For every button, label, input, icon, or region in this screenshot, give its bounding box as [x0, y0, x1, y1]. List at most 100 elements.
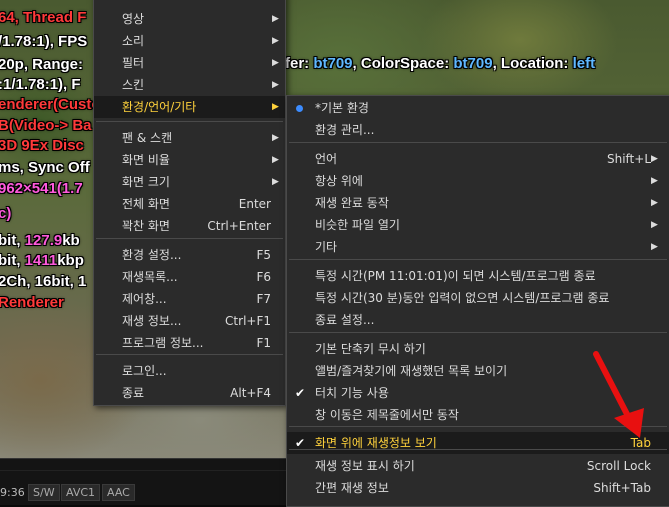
main-menu-item[interactable]: 소리 ▶ [94, 30, 285, 52]
sub-menu-item[interactable]: 언어 Shift+L ▶ [287, 148, 669, 170]
osd-text: bt709 [453, 55, 493, 72]
main-menu-item[interactable]: 꽉찬 화면 Ctrl+Enter [94, 215, 285, 237]
osd-text: c) [0, 205, 12, 222]
menu-item-shortcut: Ctrl+Enter [207, 219, 271, 233]
video-codec-badge[interactable]: AVC1 [61, 484, 101, 501]
menu-item-shortcut: F7 [256, 292, 271, 306]
main-menu-item[interactable]: 환경 설정... F5 [94, 244, 285, 266]
menu-item-shortcut: Ctrl+F1 [225, 314, 271, 328]
osd-text: :1/1.78:1), F [0, 76, 81, 93]
osd-text: left [572, 55, 596, 72]
main-menu-item[interactable]: 화면 비율 ▶ [94, 149, 285, 171]
osd-text: fer: [285, 55, 314, 72]
menu-item-label: 기본 단축키 무시 하기 [315, 342, 426, 356]
osd-line: B(Video-> Ba [0, 117, 92, 134]
sub-menu-item[interactable]: 재생 완료 동작 ▶ [287, 192, 669, 214]
menu-item-label: 특정 시간(PM 11:01:01)이 되면 시스템/프로그램 종료 [315, 269, 596, 283]
menu-item-label: 재생 완료 동작 [315, 196, 389, 210]
sub-menu-item[interactable]: *기본 환경 [287, 97, 669, 119]
sub-menu-item[interactable]: 비슷한 파일 열기 ▶ [287, 214, 669, 236]
menu-item-shortcut: F1 [256, 336, 271, 350]
menu-item-label: 종료 설정... [315, 313, 375, 327]
sub-menu-item[interactable]: 환경 관리... [287, 119, 669, 141]
arrow-right-icon: ▶ [651, 154, 658, 164]
menu-item-label: 재생 정보 표시 하기 [315, 459, 415, 473]
red-arrow-icon [593, 351, 644, 438]
main-menu-item[interactable]: 스킨 ▶ [94, 74, 285, 96]
osd-line: :1/1.78:1), F [0, 76, 81, 93]
osd-line: /1.78:1), FPS [0, 33, 87, 50]
arrow-right-icon: ▶ [272, 80, 279, 90]
menu-item-shortcut: Shift+L [606, 152, 651, 166]
menu-item-label: 항상 위에 [315, 174, 363, 188]
osd-text: kbp [57, 252, 84, 269]
sub-menu-item[interactable]: 기타 ▶ [287, 236, 669, 258]
menu-item-shortcut: Alt+F4 [230, 386, 271, 400]
sub-menu-item[interactable]: 특정 시간(PM 11:01:01)이 되면 시스템/프로그램 종료 [287, 265, 669, 287]
main-menu-item[interactable]: 전체 화면 Enter [94, 193, 285, 215]
main-menu-item[interactable]: 재생 정보... Ctrl+F1 [94, 310, 285, 332]
audio-codec-badge[interactable]: AAC [102, 484, 135, 501]
arrow-right-icon: ▶ [272, 102, 279, 112]
menu-separator [96, 354, 283, 355]
menu-item-shortcut: Enter [238, 197, 271, 211]
main-menu-item[interactable]: 제어창... F7 [94, 288, 285, 310]
main-menu-item[interactable]: 로그인... [94, 360, 285, 382]
arrow-right-icon: ▶ [651, 220, 658, 230]
sub-menu-item[interactable]: 종료 설정... [287, 309, 669, 331]
menu-item-label: 종료 [122, 386, 145, 400]
sub-menu-item[interactable]: 간편 재생 정보 Shift+Tab [287, 477, 669, 499]
menu-item-label: 환경 관리... [315, 123, 375, 137]
arrow-right-icon: ▶ [272, 14, 279, 24]
osd-line: ms, Sync Off [0, 159, 90, 176]
osd-line: 3D 9Ex Disc [0, 137, 84, 154]
menu-item-shortcut: F6 [256, 270, 271, 284]
arrow-right-icon: ▶ [651, 242, 658, 252]
arrow-right-icon: ▶ [272, 36, 279, 46]
main-menu-item[interactable]: 재생목록... F6 [94, 266, 285, 288]
check-icon: ✔ [295, 436, 306, 450]
osd-text: 1411 [24, 252, 58, 269]
osd-text: bt709 [313, 55, 353, 72]
arrow-right-icon: ▶ [272, 58, 279, 68]
main-menu-item[interactable]: 종료 Alt+F4 [94, 382, 285, 404]
menu-separator [289, 332, 667, 333]
arrow-right-icon: ▶ [651, 176, 658, 186]
radio-dot-icon [296, 105, 303, 112]
menu-item-label: 재생 정보... [122, 314, 182, 328]
main-menu-item[interactable]: 팬 & 스캔 ▶ [94, 127, 285, 149]
menu-separator [289, 142, 667, 143]
menu-item-label: 앨범/즐겨찾기에 재생했던 목록 보이기 [315, 364, 508, 378]
menu-item-label: 화면 크기 [122, 175, 170, 189]
menu-item-label: 언어 [315, 152, 338, 166]
osd-text: 127.9 [24, 232, 63, 249]
main-menu-item[interactable]: 화면 크기 ▶ [94, 171, 285, 193]
arrow-right-icon: ▶ [272, 133, 279, 143]
sub-menu-item[interactable]: 특정 시간(30 분)동안 입력이 없으면 시스템/프로그램 종료 [287, 287, 669, 309]
main-menu-item[interactable]: 영상 ▶ [94, 8, 285, 30]
menu-separator [96, 121, 283, 122]
renderer-badge[interactable]: S/W [28, 484, 60, 501]
menu-separator [96, 238, 283, 239]
time-display: 9:36 [0, 486, 25, 499]
osd-text: 962×541(1.7 [0, 180, 83, 197]
menu-item-label: 비슷한 파일 열기 [315, 218, 400, 232]
sub-menu-item[interactable]: 재생 정보 표시 하기 Scroll Lock [287, 455, 669, 477]
menu-item-label: 꽉찬 화면 [122, 219, 170, 233]
osd-line: 2Ch, 16bit, 1 [0, 273, 86, 290]
menu-separator [289, 449, 667, 450]
menu-item-label: 창 이동은 제목줄에서만 동작 [315, 408, 459, 422]
osd-line: 20p, Range: [0, 56, 83, 73]
osd-text: 64, Thread F [0, 9, 87, 26]
sub-menu-item[interactable]: 항상 위에 ▶ [287, 170, 669, 192]
menu-item-label: 재생목록... [122, 270, 178, 284]
main-menu-item[interactable]: 프로그램 정보... F1 [94, 332, 285, 354]
osd-color-info: fer: bt709, ColorSpace: bt709, Location:… [285, 55, 595, 72]
menu-item-label: 로그인... [122, 364, 167, 378]
check-icon: ✔ [295, 386, 306, 400]
main-menu-item[interactable]: 환경/언어/기타 ▶ [94, 96, 285, 118]
osd-line: bit, 127.9kb [0, 232, 80, 249]
main-menu-item[interactable]: 필터 ▶ [94, 52, 285, 74]
osd-text: kb [62, 232, 80, 249]
arrow-right-icon: ▶ [272, 155, 279, 165]
